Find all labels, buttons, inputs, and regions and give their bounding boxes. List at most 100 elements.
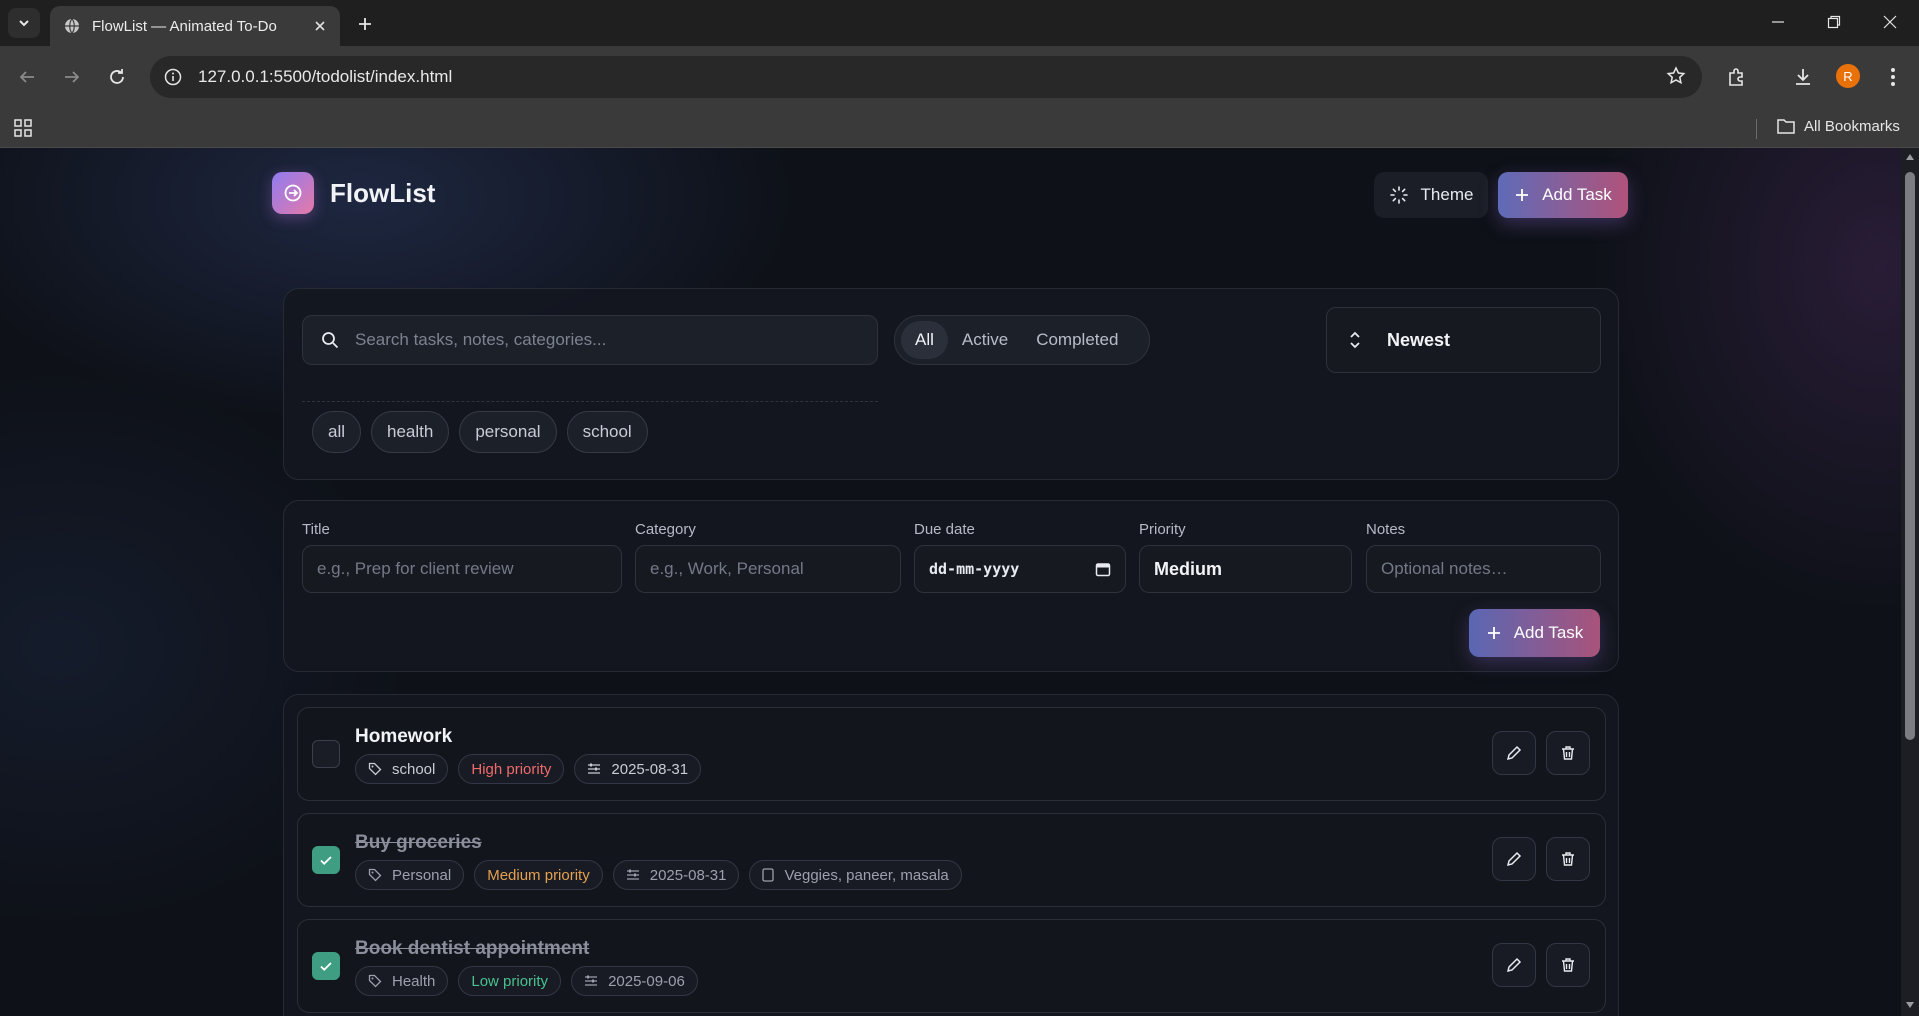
search-icon [322,332,339,349]
category-placeholder: e.g., Work, Personal [650,559,804,578]
sort-updown-icon [1350,331,1360,349]
filter-panel: All Active Completed Newest all health p… [283,288,1619,480]
priority-select[interactable]: Medium [1139,545,1352,593]
plus-icon [1487,627,1500,639]
sort-select[interactable]: Newest [1326,307,1601,373]
task-category-tag: Personal [355,860,465,890]
task-checkbox[interactable] [312,846,340,874]
theme-toggle-button[interactable]: Theme [1374,172,1488,218]
chip-health[interactable]: health [371,411,450,453]
category-input[interactable]: e.g., Work, Personal [635,545,901,593]
task-checkbox[interactable] [312,740,340,768]
close-icon [315,21,325,31]
filter-active[interactable]: Active [948,321,1022,359]
due-date-input[interactable]: dd-mm-yyyy [914,545,1126,593]
task-due-date: 2025-08-31 [649,866,727,884]
task-category: Personal [392,866,452,884]
more-menu-icon[interactable] [1878,62,1908,92]
search-input[interactable] [355,330,855,350]
chip-all[interactable]: all [312,411,362,453]
tab-search-button[interactable] [8,8,40,38]
task-due-badge: 2025-09-06 [571,966,698,996]
task-priority-badge: Low priority [458,966,562,996]
add-task-header-button[interactable]: Add Task [1498,172,1628,218]
priority-value: Medium [1154,558,1223,579]
back-button[interactable] [12,62,42,92]
close-window-button[interactable] [1862,0,1918,44]
arrow-right-icon [65,71,80,83]
scroll-down-arrow-icon[interactable] [1905,1000,1915,1010]
bookmark-star-icon[interactable] [1666,66,1686,86]
tag-icon [368,868,382,882]
task-item: Buy groceries Personal Medium priority 2… [297,813,1606,907]
scrollbar-thumb[interactable] [1905,172,1915,740]
search-box[interactable] [302,315,878,365]
plus-icon [1516,189,1529,201]
new-tab-button[interactable] [352,11,378,37]
task-meta: Personal Medium priority 2025-08-31 Vegg… [355,860,972,890]
edit-task-button[interactable] [1492,837,1536,881]
title-input[interactable]: e.g., Prep for client review [302,545,622,593]
edit-task-button[interactable] [1492,731,1536,775]
reload-button[interactable] [102,62,132,92]
download-icon[interactable] [1788,62,1818,92]
browser-tab-bar: FlowList — Animated To-Do [0,0,1919,46]
address-bar[interactable]: 127.0.0.1:5500/todolist/index.html [150,56,1702,98]
plus-icon [359,18,371,30]
delete-task-button[interactable] [1546,731,1590,775]
close-icon [1883,15,1897,29]
notes-input[interactable]: Optional notes… [1366,545,1601,593]
sliders-icon [626,869,639,880]
pencil-icon [1506,957,1522,973]
minimize-button[interactable] [1750,0,1806,44]
trash-icon [1562,852,1574,866]
tag-icon [368,974,382,988]
folder-icon [1777,119,1795,134]
filter-divider [302,401,878,402]
chip-school[interactable]: school [566,411,648,453]
title-label: Title [302,521,330,538]
globe-icon [65,18,79,34]
tab-title: FlowList — Animated To-Do [92,17,277,35]
trash-icon [1562,958,1574,972]
site-info-icon[interactable] [162,66,184,88]
all-bookmarks-label: All Bookmarks [1804,117,1900,135]
reload-icon [110,69,124,84]
forward-button[interactable] [57,62,87,92]
add-task-submit-button[interactable]: Add Task [1469,609,1600,657]
filter-all[interactable]: All [901,321,948,359]
task-title: Buy groceries [355,832,482,853]
calendar-icon[interactable] [1095,561,1111,577]
status-filter: All Active Completed [894,315,1150,365]
scroll-up-arrow-icon[interactable] [1905,152,1915,162]
bookmarks-separator [1756,119,1757,139]
restore-button[interactable] [1806,0,1862,44]
extensions-icon[interactable] [1722,62,1752,92]
task-category-tag: Health [355,966,449,996]
notes-label: Notes [1366,521,1406,538]
chip-personal[interactable]: personal [459,411,557,453]
edit-task-button[interactable] [1492,943,1536,987]
pencil-icon [1506,851,1522,867]
title-placeholder: e.g., Prep for client review [317,559,514,578]
bookmarks-bar: All Bookmarks [0,108,1919,148]
tab-close-button[interactable] [310,16,330,36]
filter-completed[interactable]: Completed [1022,321,1132,359]
chevron-down-icon [19,20,29,27]
all-bookmarks-button[interactable]: All Bookmarks [1776,117,1900,135]
flowlist-logo-icon [272,172,314,214]
pencil-icon [1506,745,1522,761]
task-checkbox[interactable] [312,952,340,980]
apps-grid-icon[interactable] [13,118,33,138]
task-due-date: 2025-08-31 [611,760,689,778]
page-scrollbar[interactable] [1901,148,1919,1016]
delete-task-button[interactable] [1546,943,1590,987]
task-category: Health [392,972,436,990]
profile-avatar[interactable]: R [1836,64,1860,88]
browser-toolbar: 127.0.0.1:5500/todolist/index.html [0,46,1919,108]
delete-task-button[interactable] [1546,837,1590,881]
notes-placeholder: Optional notes… [1381,559,1508,578]
check-icon [320,962,332,971]
browser-tab[interactable]: FlowList — Animated To-Do [50,6,340,46]
theme-spark-icon [1389,186,1408,204]
